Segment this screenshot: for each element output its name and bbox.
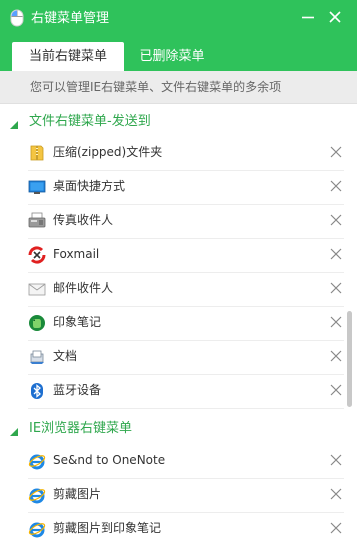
- item-label: Foxmail: [53, 247, 100, 261]
- list-item: 桌面快捷方式: [28, 170, 344, 205]
- item-label: 文档: [53, 349, 78, 363]
- delete-x-icon[interactable]: [329, 521, 343, 535]
- evernote-icon: [28, 314, 46, 332]
- tab-deleted-menu[interactable]: 已删除菜单: [126, 42, 218, 71]
- section-header-send-to[interactable]: 文件右键菜单-发送到: [0, 111, 345, 133]
- item-label: 压缩(zipped)文件夹: [53, 145, 163, 159]
- fax-icon: [28, 212, 46, 230]
- delete-x-icon[interactable]: [329, 281, 343, 295]
- info-bar: 您可以管理IE右键菜单、文件右键菜单的多余项: [0, 71, 357, 104]
- info-text: 您可以管理IE右键菜单、文件右键菜单的多余项: [30, 80, 282, 94]
- delete-x-icon[interactable]: [329, 487, 343, 501]
- list-item: Foxmail: [28, 238, 344, 273]
- close-button[interactable]: [324, 6, 346, 28]
- item-label: 传真收件人: [53, 213, 114, 227]
- delete-x-icon[interactable]: [329, 315, 343, 329]
- window-title: 右键菜单管理: [31, 11, 110, 26]
- list-item: 剪藏图片到印象笔记: [28, 512, 344, 540]
- item-label: Se&nd to OneNote: [53, 453, 166, 467]
- delete-x-icon[interactable]: [329, 213, 343, 227]
- item-label: 剪藏图片到印象笔记: [53, 521, 162, 535]
- item-label: 桌面快捷方式: [53, 179, 126, 193]
- section-header-ie-menu[interactable]: IE浏览器右键菜单: [0, 418, 345, 440]
- list-item: 传真收件人: [28, 204, 344, 239]
- delete-x-icon[interactable]: [329, 383, 343, 397]
- right-click-menu-manager-window: 右键菜单管理 当前右键菜单 已删除菜单 您可以管理IE右键菜单、文件右键菜单的多…: [0, 0, 357, 540]
- list-item: 压缩(zipped)文件夹: [28, 136, 344, 171]
- delete-x-icon[interactable]: [329, 145, 343, 159]
- delete-x-icon[interactable]: [329, 349, 343, 363]
- mail-icon: [28, 280, 46, 298]
- delete-x-icon[interactable]: [329, 247, 343, 261]
- tab-current-menu[interactable]: 当前右键菜单: [12, 42, 124, 71]
- item-label: 蓝牙设备: [53, 383, 102, 397]
- list-item: 蓝牙设备: [28, 374, 344, 409]
- ie-icon: [28, 452, 46, 470]
- expand-arrow-icon: [10, 425, 18, 436]
- expand-arrow-icon: [10, 118, 18, 129]
- item-label: 剪藏图片: [53, 487, 102, 501]
- desktop-icon: [28, 178, 46, 196]
- item-label: 印象笔记: [53, 315, 102, 329]
- list-item: 文档: [28, 340, 344, 375]
- minimize-button[interactable]: [297, 6, 319, 28]
- item-label: 邮件收件人: [53, 281, 114, 295]
- delete-x-icon[interactable]: [329, 453, 343, 467]
- list-item: Se&nd to OneNote: [28, 444, 344, 479]
- list-item: 印象笔记: [28, 306, 344, 341]
- delete-x-icon[interactable]: [329, 179, 343, 193]
- ie-icon: [28, 520, 46, 538]
- ie-icon: [28, 486, 46, 504]
- minimize-icon: [302, 16, 314, 19]
- foxmail-icon: [28, 246, 46, 264]
- close-icon: [329, 11, 341, 23]
- section-label: IE浏览器右键菜单: [29, 421, 133, 436]
- list-item: 剪藏图片: [28, 478, 344, 513]
- documents-icon: [28, 348, 46, 366]
- scrollbar-thumb[interactable]: [347, 311, 352, 407]
- bluetooth-icon: [28, 382, 46, 400]
- zip-folder-icon: [28, 144, 46, 162]
- mouse-icon: [10, 9, 24, 27]
- title-bar: 右键菜单管理 当前右键菜单 已删除菜单: [0, 0, 357, 71]
- section-label: 文件右键菜单-发送到: [29, 114, 151, 129]
- list-item: 邮件收件人: [28, 272, 344, 307]
